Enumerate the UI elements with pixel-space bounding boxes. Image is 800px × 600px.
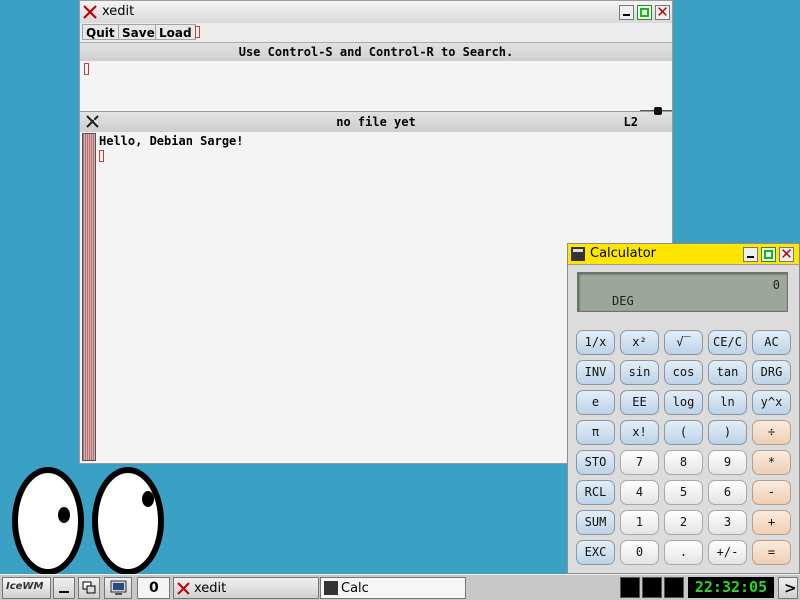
calc-key[interactable]: 9	[708, 450, 747, 475]
maximize-button[interactable]	[637, 5, 652, 20]
monitor-icon	[110, 580, 127, 595]
calc-key[interactable]: 5	[664, 480, 703, 505]
calc-key[interactable]: CE/C	[708, 330, 747, 355]
right-eye	[92, 467, 164, 575]
calc-key[interactable]: INV	[576, 360, 615, 385]
filename-label: no file yet	[336, 115, 416, 129]
calc-key[interactable]: AC	[752, 330, 791, 355]
calc-key[interactable]: 4	[620, 480, 659, 505]
calc-key[interactable]: cos	[664, 360, 703, 385]
quit-button[interactable]: Quit	[82, 24, 119, 40]
calc-key[interactable]: )	[708, 420, 747, 445]
left-pupil	[58, 507, 70, 523]
clock[interactable]: 22:32:05	[688, 577, 774, 598]
calc-key[interactable]: DRG	[752, 360, 791, 385]
calc-key[interactable]: SUM	[576, 510, 615, 535]
calc-key[interactable]: 6	[708, 480, 747, 505]
task-label: Calc	[341, 581, 369, 596]
calc-key[interactable]: (	[664, 420, 703, 445]
calculator-window[interactable]: Calculator ✕ 0 DEG 1/x x² √‾ CE/C AC INV sin co…	[567, 243, 800, 574]
x-logo-icon	[177, 582, 190, 595]
window-title: Calculator	[590, 246, 657, 261]
calc-key[interactable]: EE	[620, 390, 659, 415]
right-pupil	[142, 491, 154, 507]
terminal-launcher-button[interactable]	[104, 577, 132, 599]
text-cursor	[84, 63, 89, 75]
calc-key[interactable]: y^x	[752, 390, 791, 415]
calc-key[interactable]: tan	[708, 360, 747, 385]
calc-key[interactable]: 7	[620, 450, 659, 475]
taskbar: IceWM 0 xedit Calc 22:32:05 >	[0, 574, 800, 600]
calc-key[interactable]: 2	[664, 510, 703, 535]
minimize-all-icon	[59, 591, 69, 593]
calculator-titlebar[interactable]: Calculator ✕	[568, 244, 799, 265]
calc-key[interactable]: ln	[708, 390, 747, 415]
message-pane[interactable]	[80, 61, 672, 111]
xedit-menubar: Quit Save Load	[80, 23, 672, 41]
load-button[interactable]: Load	[155, 24, 196, 40]
line-indicator: L2	[623, 115, 638, 129]
calc-key[interactable]: 3	[708, 510, 747, 535]
calc-key[interactable]: log	[664, 390, 703, 415]
calc-key[interactable]: EXC	[576, 540, 615, 565]
calc-key[interactable]: e	[576, 390, 615, 415]
calc-key[interactable]: x²	[620, 330, 659, 355]
calc-key[interactable]: √‾	[664, 330, 703, 355]
editor-line: Hello, Debian Sarge!	[99, 134, 244, 148]
text-cursor	[99, 150, 104, 162]
task-calc[interactable]: Calc	[320, 577, 466, 599]
calc-key[interactable]: *	[752, 450, 791, 475]
calc-key[interactable]: 8	[664, 450, 703, 475]
display-value: 0	[772, 278, 780, 292]
start-menu-button[interactable]: IceWM	[2, 577, 51, 599]
filename-input-cursor[interactable]	[195, 26, 200, 38]
window-title: xedit	[102, 4, 135, 19]
calculator-display: 0 DEG	[577, 272, 788, 312]
icewm-logo: IceWM	[6, 581, 44, 592]
task-xedit[interactable]: xedit	[173, 577, 319, 599]
show-desktop-button[interactable]	[53, 577, 75, 599]
minimize-button[interactable]	[619, 5, 634, 20]
calc-key[interactable]: +	[752, 510, 791, 535]
calc-key[interactable]: -	[752, 480, 791, 505]
workspace-pager-2[interactable]	[642, 577, 662, 598]
calc-key[interactable]: =	[752, 540, 791, 565]
calc-key[interactable]: +/-	[708, 540, 747, 565]
window-list-button[interactable]	[78, 577, 100, 599]
workspace-pager-3[interactable]	[664, 577, 684, 598]
calculator-icon	[571, 247, 585, 261]
calc-key[interactable]: STO	[576, 450, 615, 475]
calc-key[interactable]: 1	[620, 510, 659, 535]
workspace-pager-1[interactable]	[620, 577, 640, 598]
calc-key[interactable]: sin	[620, 360, 659, 385]
calc-key[interactable]: 1/x	[576, 330, 615, 355]
save-button[interactable]: Save	[118, 24, 159, 40]
windows-icon	[82, 581, 96, 594]
close-button[interactable]: ✕	[779, 247, 794, 262]
workspace-number: 0	[149, 580, 159, 596]
taskbar-more-button[interactable]: >	[778, 577, 798, 599]
message-bar: Use Control-S and Control-R to Search.	[80, 42, 672, 62]
angle-mode: DEG	[612, 294, 634, 308]
calc-key[interactable]: .	[664, 540, 703, 565]
maximize-button[interactable]	[761, 247, 776, 262]
file-info-bar: no file yet L2	[80, 107, 672, 133]
xedit-titlebar[interactable]: xedit ✕	[80, 1, 672, 24]
editor-text[interactable]: Hello, Debian Sarge!	[99, 134, 244, 163]
calculator-icon	[324, 581, 338, 595]
x-logo-icon	[83, 5, 97, 19]
chevron-right-icon: >	[784, 579, 797, 597]
vertical-scrollbar[interactable]	[82, 133, 96, 461]
calc-key[interactable]: 0	[620, 540, 659, 565]
calc-key[interactable]: x!	[620, 420, 659, 445]
calc-key[interactable]: ÷	[752, 420, 791, 445]
workspace-button[interactable]: 0	[137, 577, 170, 599]
close-button[interactable]: ✕	[655, 5, 670, 20]
calc-key[interactable]: π	[576, 420, 615, 445]
calc-key[interactable]: RCL	[576, 480, 615, 505]
task-label: xedit	[194, 581, 227, 596]
minimize-button[interactable]	[743, 247, 758, 262]
left-eye	[12, 467, 84, 575]
